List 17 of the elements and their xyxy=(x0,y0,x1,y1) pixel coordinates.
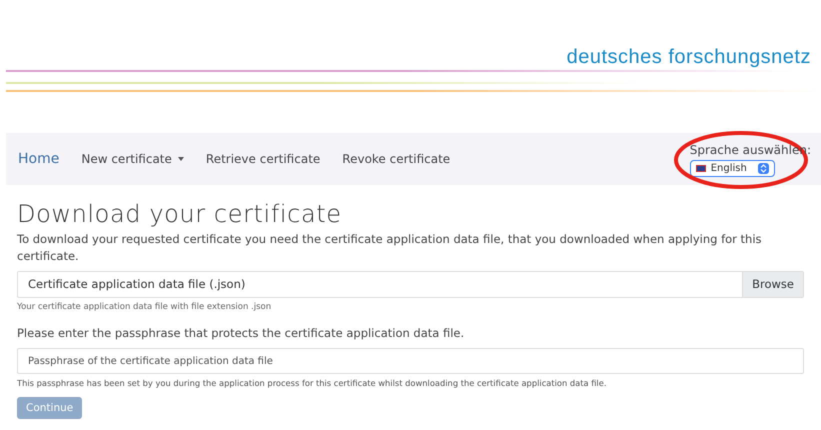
nav-link[interactable]: New certificate xyxy=(81,150,184,168)
passphrase-label: Please enter the passphrase that protects the certificate application data file. xyxy=(17,324,466,342)
browse-button[interactable]: Browse xyxy=(742,272,803,297)
flag-icon xyxy=(696,165,706,172)
logo-text: deutsches forschungsnetz xyxy=(566,45,811,70)
passphrase-help-text: This passphrase has been set by you during the application process for this certificate whilst downloading the certificate application data file. xyxy=(17,377,608,390)
stepper-icon xyxy=(758,163,769,174)
nav-link[interactable]: Retrieve certificate xyxy=(206,150,320,168)
nav-link[interactable]: Home xyxy=(18,148,60,170)
passphrase-field[interactable]: Passphrase of the certificate application data file xyxy=(17,348,804,374)
file-help-text: Your certificate application data file with file extension .json xyxy=(17,301,272,314)
language-select[interactable]: English xyxy=(690,160,775,177)
nav-link[interactable]: Revoke certificate xyxy=(342,150,450,168)
page-title: Download your certificate xyxy=(17,199,343,229)
intro-text: To download your requested certificate you need the certificate application data file, that you downloaded when applying for this certificate. xyxy=(17,231,763,265)
caret-icon xyxy=(178,157,184,161)
file-input[interactable]: Certificate application data file (.json) Browse xyxy=(17,271,804,298)
